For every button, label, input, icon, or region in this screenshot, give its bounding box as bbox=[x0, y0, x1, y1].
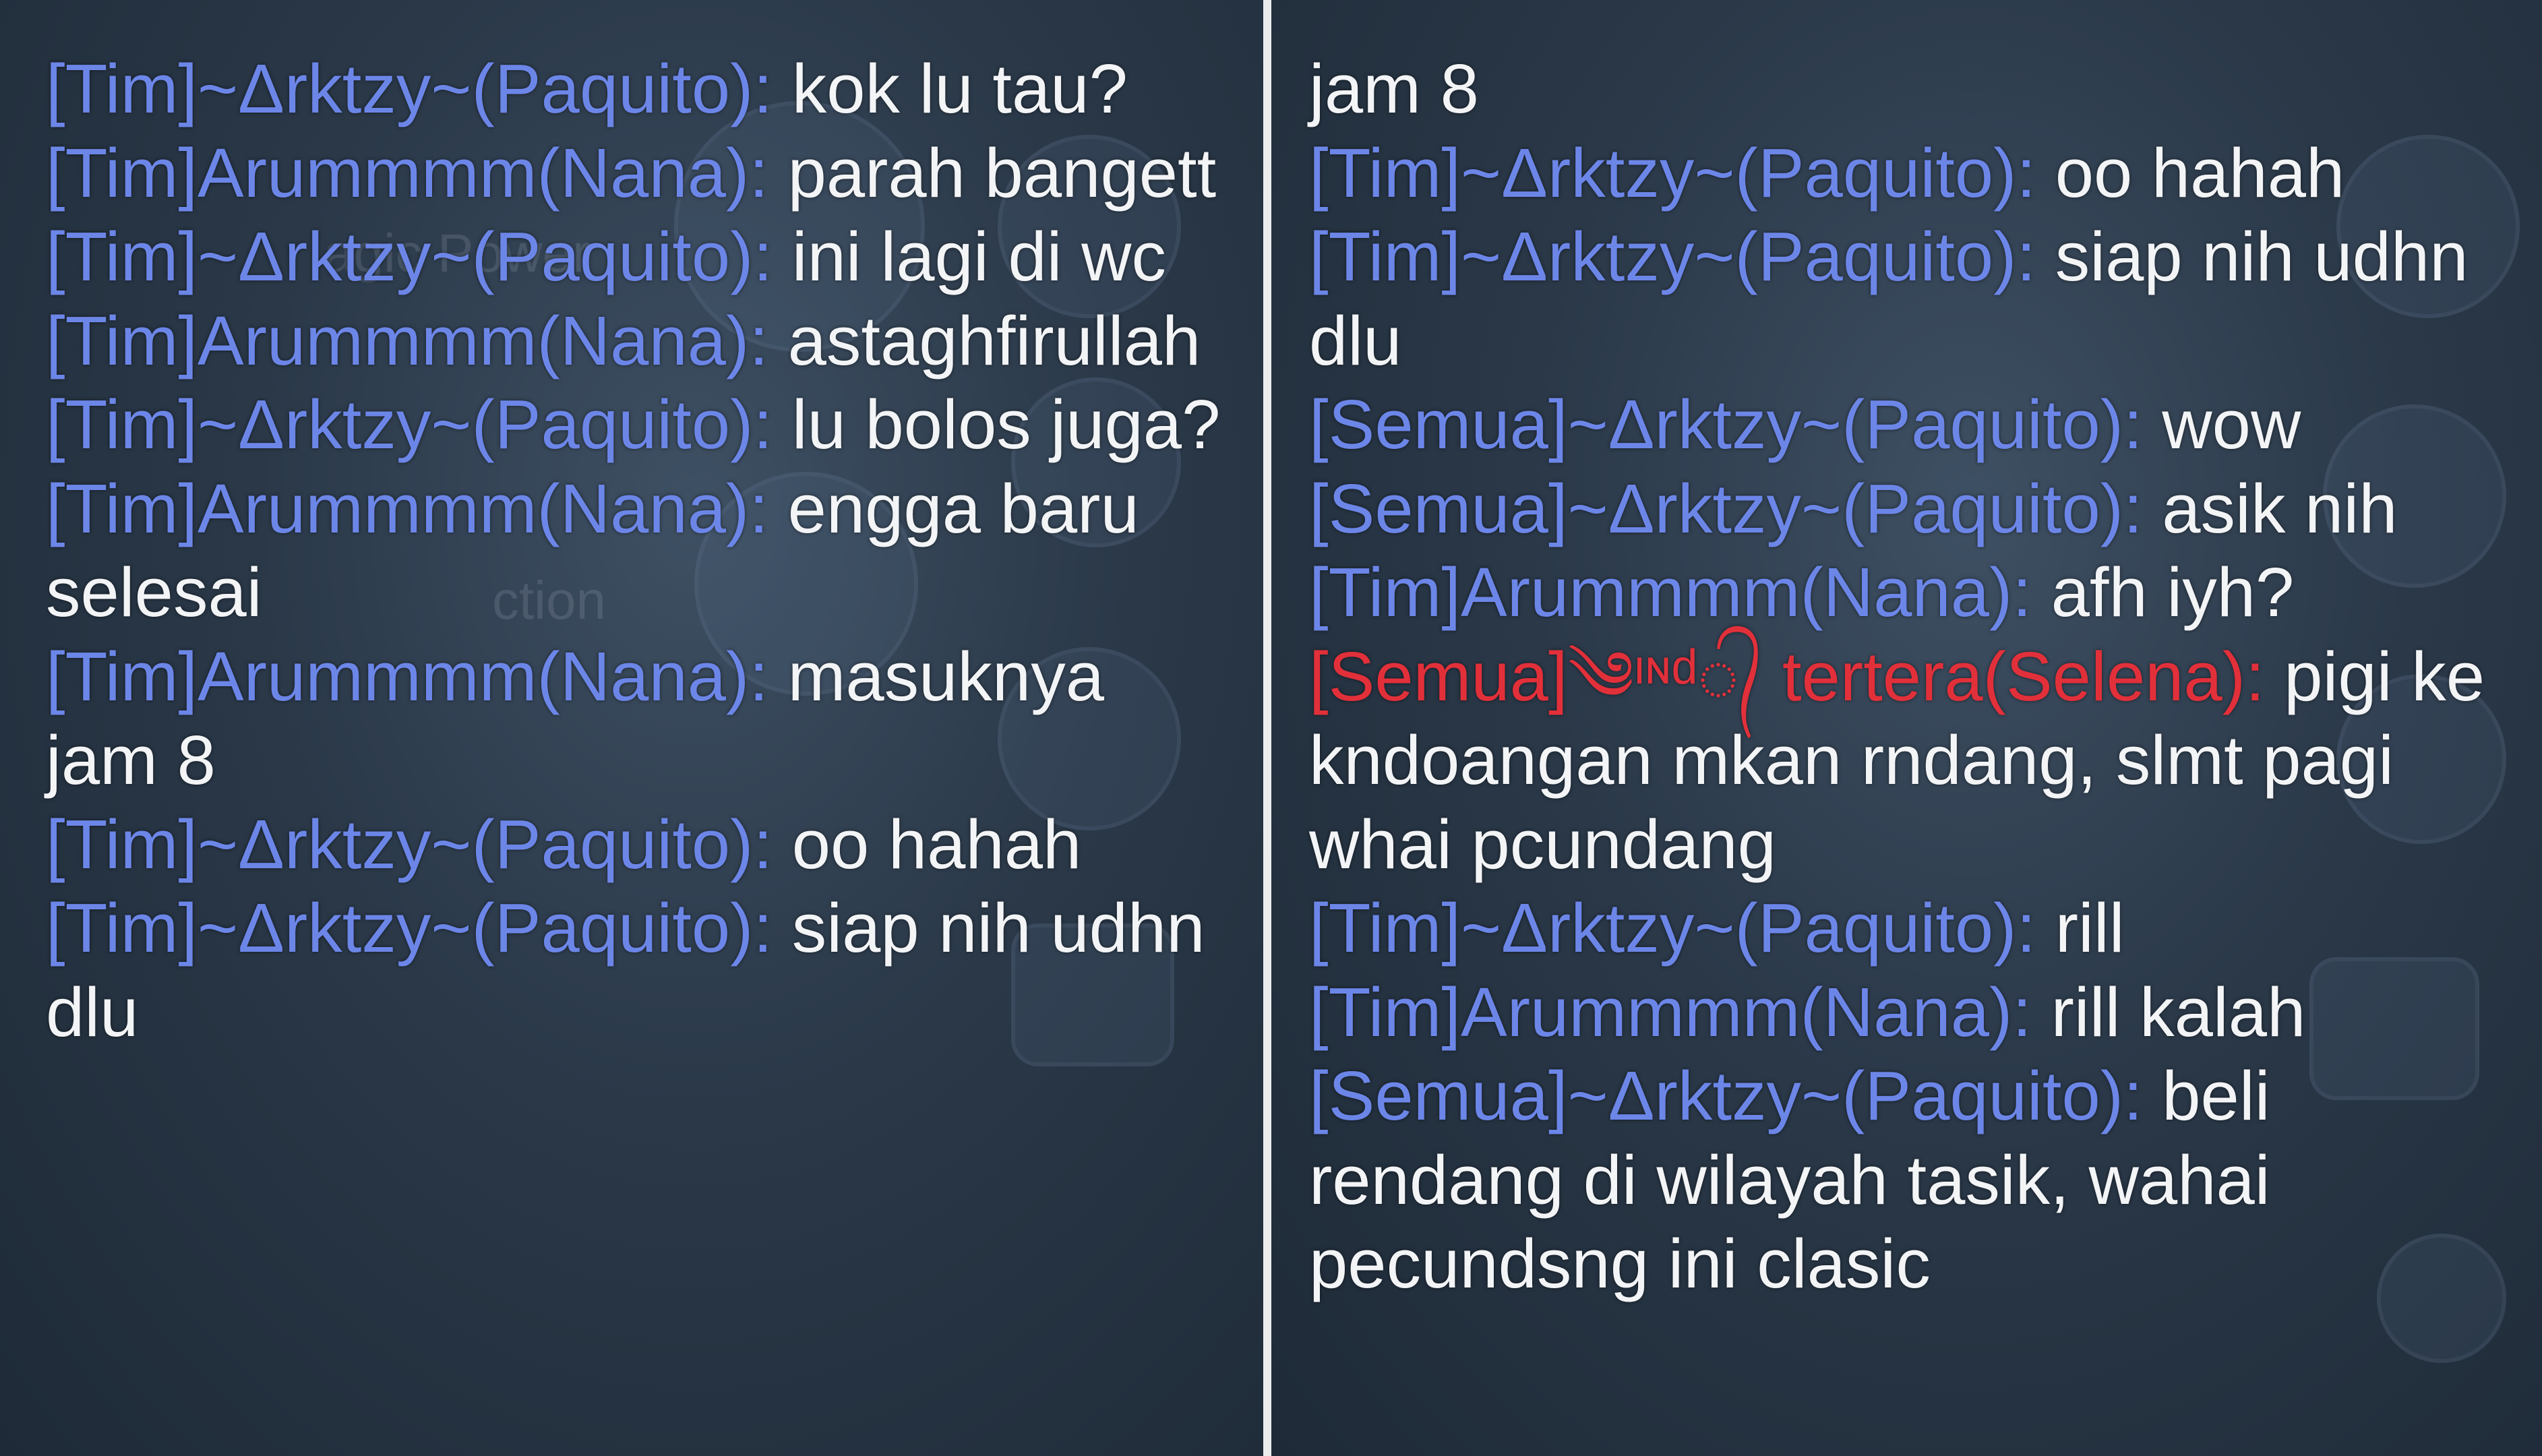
chat-sender-name[interactable]: [Tim]Arummmm(Nana): bbox=[1309, 973, 2032, 1051]
chat-message-text: rill kalah bbox=[2031, 973, 2306, 1051]
collage-divider bbox=[1263, 0, 1271, 1456]
chat-sender-name[interactable]: [Tim]Arummmm(Nana): bbox=[1309, 553, 2032, 631]
chat-sender-name[interactable]: [Tim]~Δrktzy~(Paquito): bbox=[1309, 218, 2036, 295]
chat-sender-name[interactable]: [Tim]~Δrktzy~(Paquito): bbox=[46, 806, 773, 883]
chat-sender-name[interactable]: [Tim]Arummmm(Nana): bbox=[46, 302, 768, 380]
chat-message-text: parah bangett bbox=[768, 133, 1217, 212]
chat-sender-name[interactable]: [Semua]~Δrktzy~(Paquito): bbox=[1309, 470, 2143, 547]
chat-message: [Tim]Arummmm(Nana): rill kalah bbox=[1309, 971, 2509, 1055]
chat-panel-left: agic Power ction [Tim]~Δrktzy~(Paquito):… bbox=[0, 0, 1263, 1456]
chat-message-text: ini lagi di wc bbox=[773, 218, 1166, 295]
chat-message: [Tim]~Δrktzy~(Paquito): lu bolos juga? bbox=[46, 383, 1232, 467]
chat-message: [Semua]༄ᶦᶰᵈ᭄ tertera(Selena): pigi ke kn… bbox=[1309, 635, 2509, 887]
chat-message-text: oo hahah bbox=[2036, 133, 2345, 212]
chat-message: [Tim]Arummmm(Nana): parah bangett bbox=[46, 131, 1232, 216]
chat-sender-name[interactable]: [Tim]Arummmm(Nana): bbox=[46, 134, 768, 212]
screenshot-collage: agic Power ction [Tim]~Δrktzy~(Paquito):… bbox=[0, 0, 2542, 1456]
chat-message: [Tim]Arummmm(Nana): afh iyh? bbox=[1309, 551, 2509, 635]
chat-sender-name[interactable]: [Tim]~Δrktzy~(Paquito): bbox=[1309, 889, 2036, 967]
chat-log-right: jam 8 [Tim]~Δrktzy~(Paquito): oo hahah [Ti… bbox=[1309, 47, 2509, 1306]
chat-message-text: kok lu tau? bbox=[773, 50, 1128, 127]
chat-message-text: lu bolos juga? bbox=[773, 386, 1221, 463]
chat-message: [Tim]Arummmm(Nana): astaghfirullah bbox=[46, 299, 1232, 384]
chat-message: [Tim]~Δrktzy~(Paquito): kok lu tau? bbox=[46, 47, 1232, 131]
chat-sender-name[interactable]: [Tim]Arummmm(Nana): bbox=[46, 638, 768, 715]
chat-message: jam 8 bbox=[1309, 47, 2509, 131]
chat-message: [Semua]~Δrktzy~(Paquito): wow bbox=[1309, 383, 2509, 467]
chat-message-text: afh iyh? bbox=[2031, 553, 2295, 631]
chat-sender-name[interactable]: [Tim]~Δrktzy~(Paquito): bbox=[1309, 134, 2036, 212]
chat-message-text: rill bbox=[2036, 889, 2125, 967]
chat-message: [Semua]~Δrktzy~(Paquito): asik nih bbox=[1309, 467, 2509, 551]
chat-message: [Tim]~Δrktzy~(Paquito): rill bbox=[1309, 886, 2509, 971]
chat-sender-name[interactable]: [Semua]~Δrktzy~(Paquito): bbox=[1309, 386, 2143, 463]
chat-message-text: wow bbox=[2142, 386, 2301, 463]
chat-message: [Tim]Arummmm(Nana): engga baru selesai bbox=[46, 467, 1232, 635]
chat-sender-name[interactable]: [Tim]~Δrktzy~(Paquito): bbox=[46, 50, 773, 127]
chat-sender-name[interactable]: [Tim]~Δrktzy~(Paquito): bbox=[46, 218, 773, 295]
chat-message: [Tim]~Δrktzy~(Paquito): oo hahah bbox=[1309, 131, 2509, 216]
chat-message: [Semua]~Δrktzy~(Paquito): beli rendang d… bbox=[1309, 1054, 2509, 1306]
chat-message-text: jam 8 bbox=[1309, 50, 1479, 127]
chat-log-left: [Tim]~Δrktzy~(Paquito): kok lu tau? [Tim]… bbox=[46, 47, 1232, 1054]
chat-sender-name[interactable]: [Tim]~Δrktzy~(Paquito): bbox=[46, 386, 773, 463]
chat-panel-right: jam 8 [Tim]~Δrktzy~(Paquito): oo hahah [Ti… bbox=[1271, 0, 2542, 1456]
chat-message: [Tim]~Δrktzy~(Paquito): siap nih udhn dl… bbox=[46, 886, 1232, 1054]
chat-message-text: astaghfirullah bbox=[768, 301, 1201, 380]
chat-sender-name[interactable]: [Semua]~Δrktzy~(Paquito): bbox=[1309, 1057, 2143, 1134]
chat-message-text: asik nih bbox=[2142, 469, 2398, 547]
chat-message: [Tim]~Δrktzy~(Paquito): siap nih udhn dl… bbox=[1309, 215, 2509, 383]
chat-message: [Tim]~Δrktzy~(Paquito): ini lagi di wc bbox=[46, 215, 1232, 299]
chat-sender-name[interactable]: [Semua]༄ᶦᶰᵈ᭄ tertera(Selena): bbox=[1309, 638, 2265, 715]
chat-sender-name[interactable]: [Tim]Arummmm(Nana): bbox=[46, 470, 768, 547]
chat-sender-name[interactable]: [Tim]~Δrktzy~(Paquito): bbox=[46, 889, 773, 967]
chat-message: [Tim]~Δrktzy~(Paquito): oo hahah bbox=[46, 803, 1232, 887]
chat-message: [Tim]Arummmm(Nana): masuknya jam 8 bbox=[46, 635, 1232, 803]
chat-message-text: oo hahah bbox=[773, 805, 1082, 883]
